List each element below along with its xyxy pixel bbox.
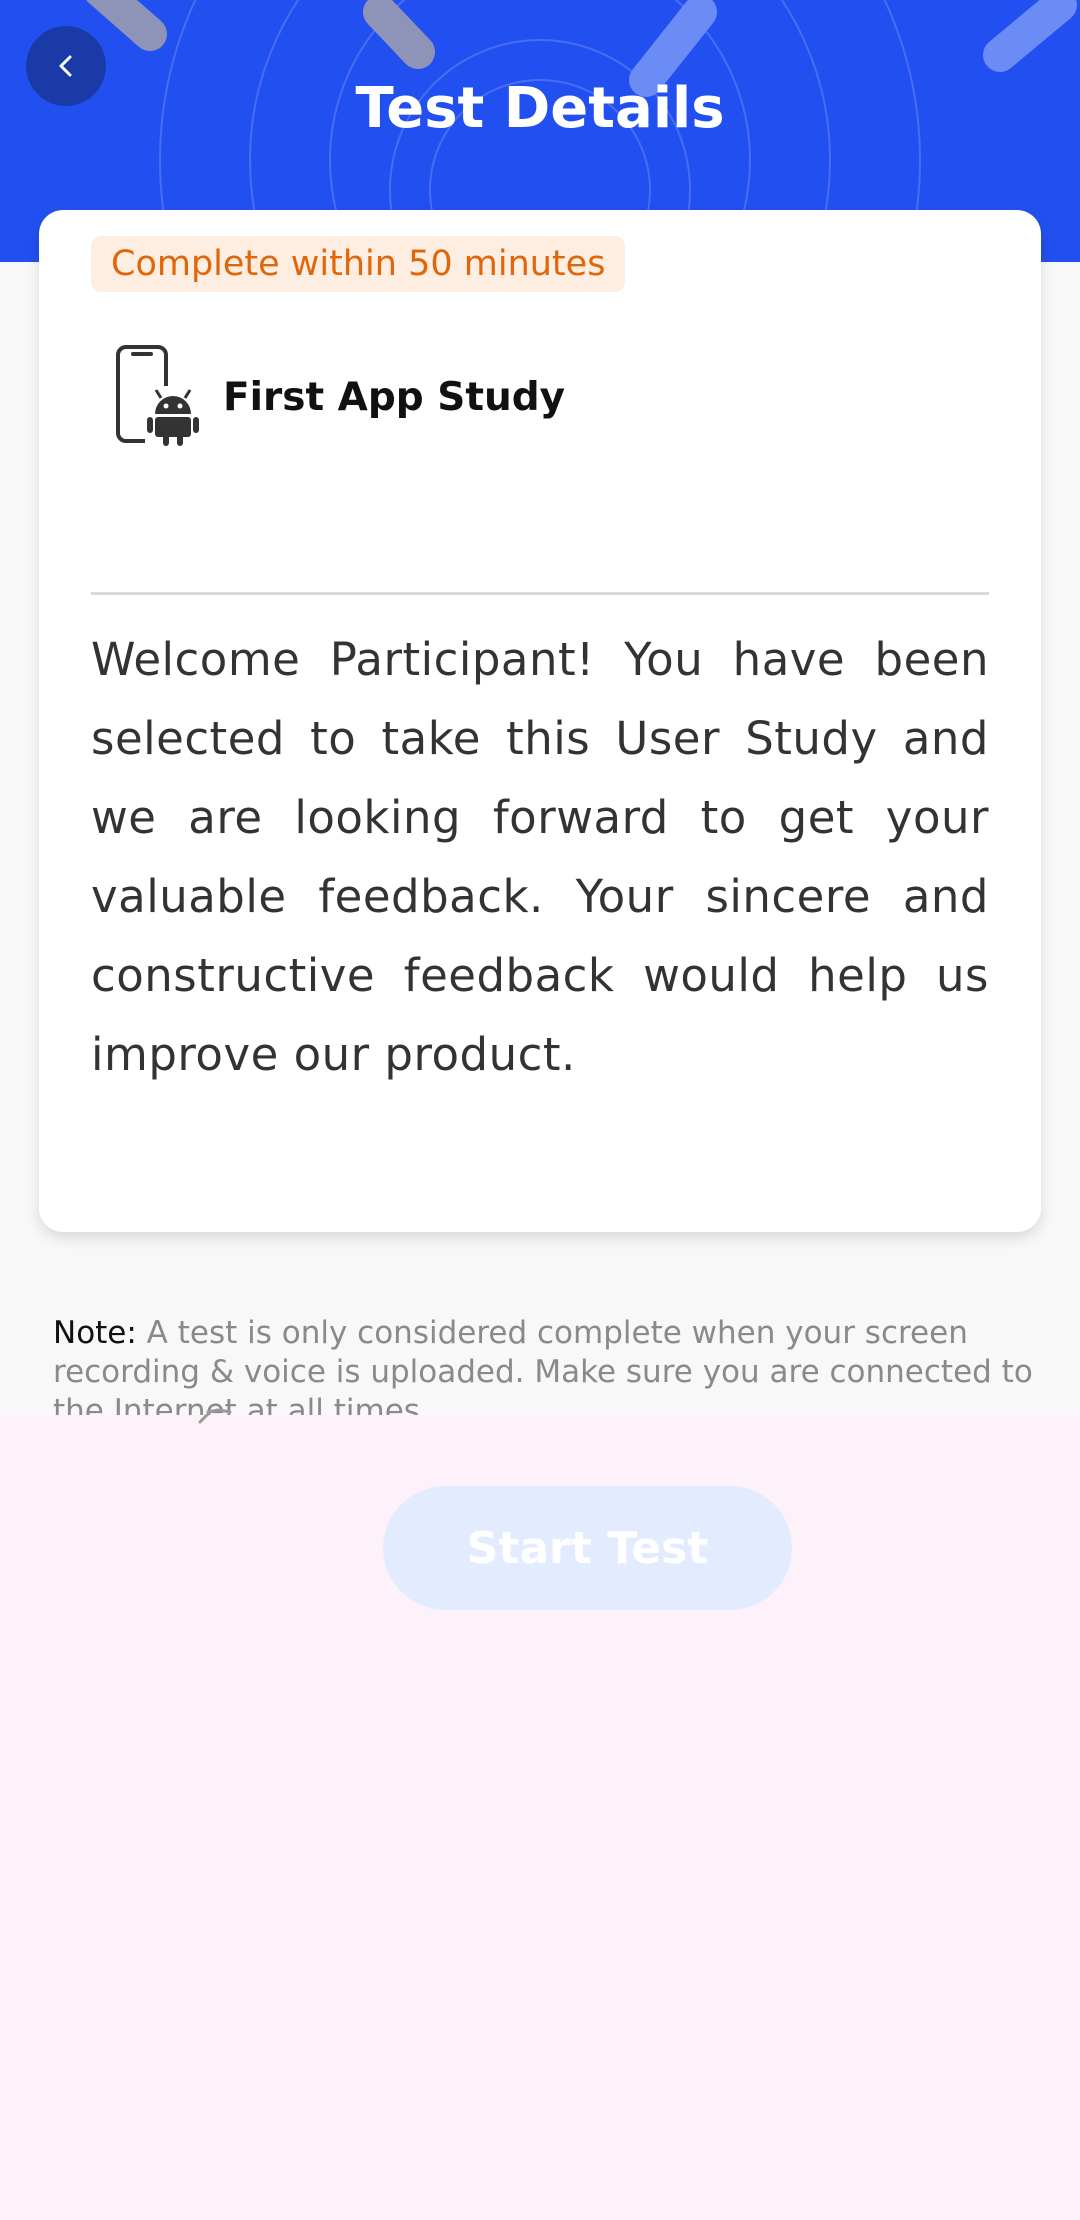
divider: [91, 592, 989, 595]
study-title: First App Study: [223, 375, 566, 420]
study-description: Welcome Participant! You have been selec…: [91, 633, 989, 1081]
page-title: Test Details: [355, 76, 725, 141]
android-phone-icon: [116, 345, 199, 446]
time-limit-badge: Complete within 50 minutes: [91, 236, 626, 292]
test-details-card: Complete within 50 minutes First App Stu…: [39, 210, 1041, 1232]
note-label: Note:: [53, 1315, 137, 1351]
loading-spinner-icon: [198, 1408, 232, 1424]
start-test-button[interactable]: Start Test: [383, 1486, 792, 1610]
